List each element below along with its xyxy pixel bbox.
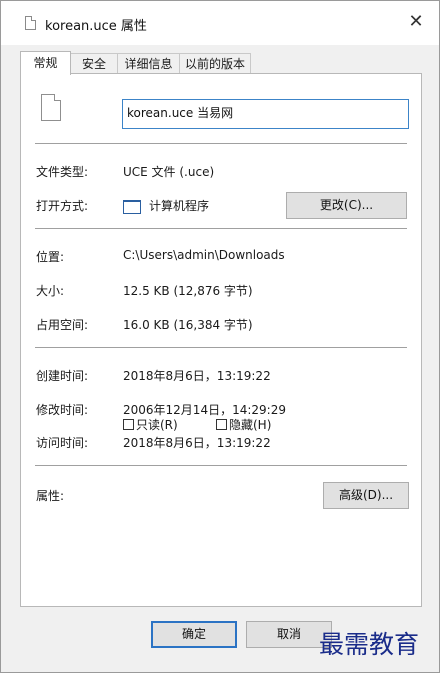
tab-previous-versions[interactable]: 以前的版本 (179, 53, 251, 75)
accessed-label: 访问时间: (36, 436, 89, 450)
advanced-button[interactable]: 高级(D)... (323, 482, 409, 509)
properties-window: korean.uce 属性 ✕ 常规 安全 详细信息 以前的版本 korean.… (0, 0, 440, 673)
created-label: 创建时间: (36, 369, 89, 383)
watermark: 最需教育 (319, 630, 420, 659)
modified-label: 修改时间: (36, 403, 89, 417)
close-button[interactable]: ✕ (403, 11, 429, 35)
file-type-icon (41, 94, 61, 121)
file-type-value: UCE 文件 (.uce) (123, 165, 215, 179)
accessed-value: 2018年8月6日，13:19:22 (123, 436, 271, 450)
attributes-label: 属性: (36, 489, 65, 503)
file-name-input[interactable]: korean.uce 当易网 (122, 99, 409, 129)
file-icon (25, 16, 36, 30)
size-on-disk-label: 占用空间: (36, 318, 89, 332)
divider (35, 465, 407, 467)
hidden-checkbox[interactable]: 隐藏(H) (216, 416, 271, 433)
window-title: korean.uce 属性 (45, 19, 147, 34)
ok-button[interactable]: 确定 (151, 621, 237, 648)
tab-details[interactable]: 详细信息 (117, 53, 180, 75)
created-value: 2018年8月6日，13:19:22 (123, 369, 271, 383)
general-tab-panel: korean.uce 当易网 文件类型: UCE 文件 (.uce) 打开方式:… (20, 73, 422, 607)
checkbox-box[interactable] (123, 419, 134, 430)
readonly-label: 只读(R) (136, 418, 178, 432)
size-label: 大小: (36, 284, 65, 298)
open-with-label: 打开方式: (36, 199, 89, 213)
divider (35, 347, 407, 349)
program-icon (123, 200, 141, 214)
file-type-label: 文件类型: (36, 165, 89, 179)
divider (35, 143, 407, 145)
hidden-label: 隐藏(H) (229, 418, 272, 432)
title-bar: korean.uce 属性 ✕ (1, 1, 439, 45)
size-value: 12.5 KB (12,876 字节) (123, 284, 253, 298)
location-label: 位置: (36, 250, 65, 264)
change-button[interactable]: 更改(C)... (286, 192, 407, 219)
size-on-disk-value: 16.0 KB (16,384 字节) (123, 318, 253, 332)
tab-security[interactable]: 安全 (70, 53, 118, 75)
open-with-value: 计算机程序 (149, 199, 210, 213)
divider (35, 228, 407, 230)
location-value: C:\Users\admin\Downloads (123, 248, 285, 262)
readonly-checkbox[interactable]: 只读(R) (123, 416, 178, 433)
tab-general[interactable]: 常规 (20, 51, 71, 75)
checkbox-box[interactable] (216, 419, 227, 430)
